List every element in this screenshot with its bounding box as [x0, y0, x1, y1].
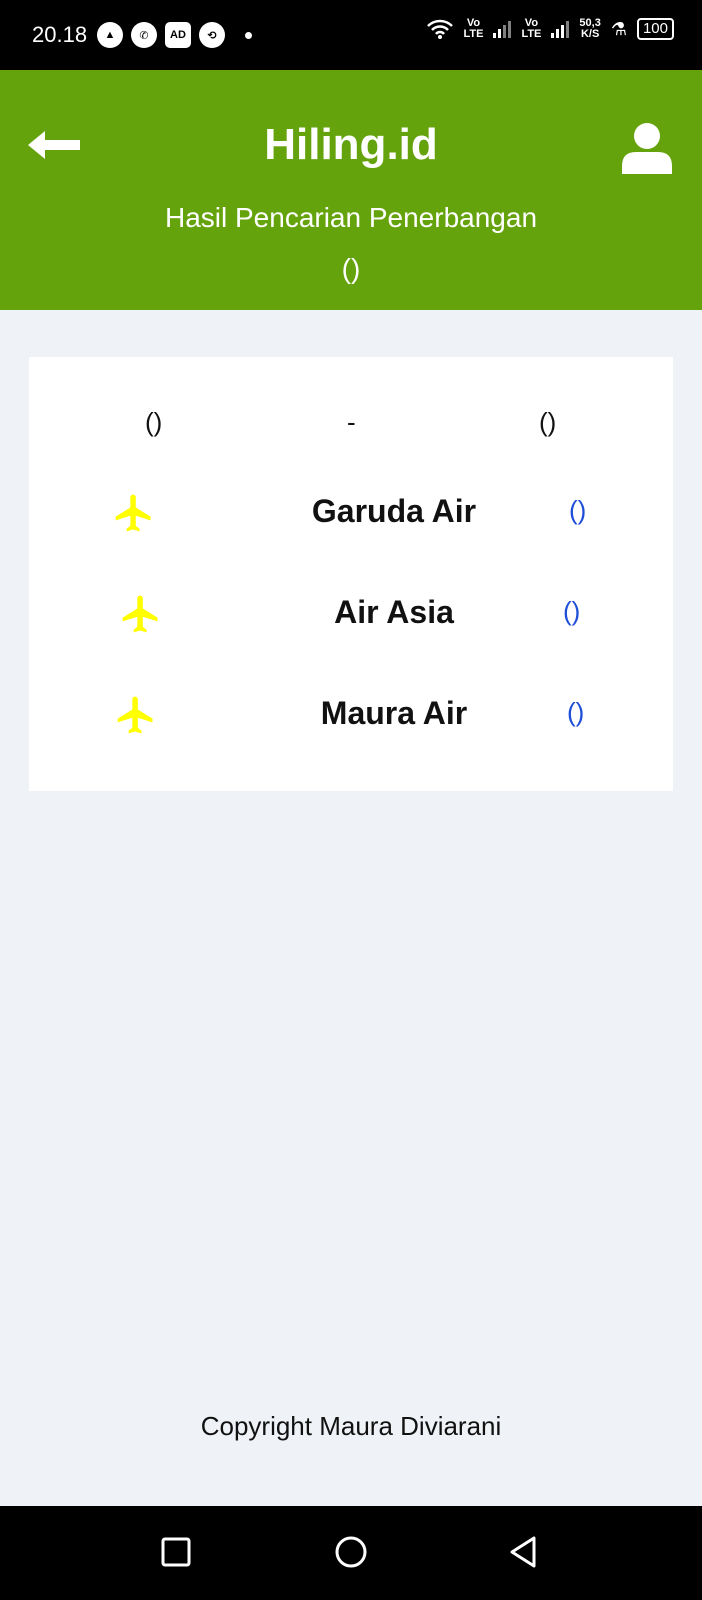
route-destination: (): [539, 407, 557, 437]
recent-apps-icon[interactable]: [158, 1534, 194, 1570]
airplane-icon: [117, 696, 153, 734]
lab-icon: ⚗: [610, 18, 627, 39]
notification-icons: ▲ ✆ AD ⟲: [97, 22, 252, 48]
network-speed: 50,3 K/S: [579, 17, 601, 40]
share-icon: ⟲: [199, 22, 225, 48]
flight-row[interactable]: Maura Air (): [29, 681, 673, 751]
page-subtitle: Hasil Pencarian Penerbangan: [164, 202, 538, 233]
system-nav-bar: [0, 1506, 702, 1600]
status-right: Vo LTE Vo LTE 50,3 K/S ⚗ 100: [427, 18, 674, 40]
route-origin: (): [145, 407, 163, 437]
flight-results-card: () - () Garuda Air () Air Asia () Maura …: [29, 357, 673, 791]
flight-row[interactable]: Air Asia (): [29, 580, 673, 650]
flight-price: (): [569, 495, 587, 525]
flight-row[interactable]: Garuda Air (): [29, 479, 673, 549]
status-bar: 20.18 ▲ ✆ AD ⟲ Vo LTE Vo LTE 50,3 K/S ⚗ 100: [0, 0, 702, 70]
battery-icon: 100: [636, 18, 674, 40]
airplane-icon: [122, 595, 158, 633]
flight-price: (): [563, 596, 581, 626]
home-icon[interactable]: [333, 1534, 369, 1570]
ad-icon: AD: [165, 22, 191, 48]
back-nav-icon[interactable]: [506, 1534, 542, 1570]
status-time: 20.18: [32, 22, 88, 47]
airplane-icon: [115, 494, 151, 532]
airline-name: Air Asia: [334, 594, 454, 630]
app-notification-icon: ▲: [97, 22, 123, 48]
flight-price: (): [567, 697, 585, 727]
signal-1-icon: [493, 20, 512, 38]
signal-2-icon: [551, 20, 570, 38]
volte-1-label: Vo LTE: [463, 17, 484, 40]
app-header: Hiling.id Hasil Pencarian Penerbangan (): [0, 70, 702, 310]
copyright-text: Copyright Maura Diviarani: [200, 1411, 502, 1441]
more-notifications-icon: [245, 31, 252, 39]
app-title: Hiling.id: [264, 120, 438, 169]
whatsapp-icon: ✆: [131, 22, 157, 48]
airline-name: Garuda Air: [311, 493, 477, 529]
route-separator: -: [347, 407, 356, 437]
volte-2-label: Vo LTE: [521, 17, 542, 40]
wifi-icon: [427, 19, 454, 39]
user-icon[interactable]: [620, 122, 674, 174]
search-date: (): [341, 253, 361, 284]
airline-name: Maura Air: [320, 695, 468, 731]
